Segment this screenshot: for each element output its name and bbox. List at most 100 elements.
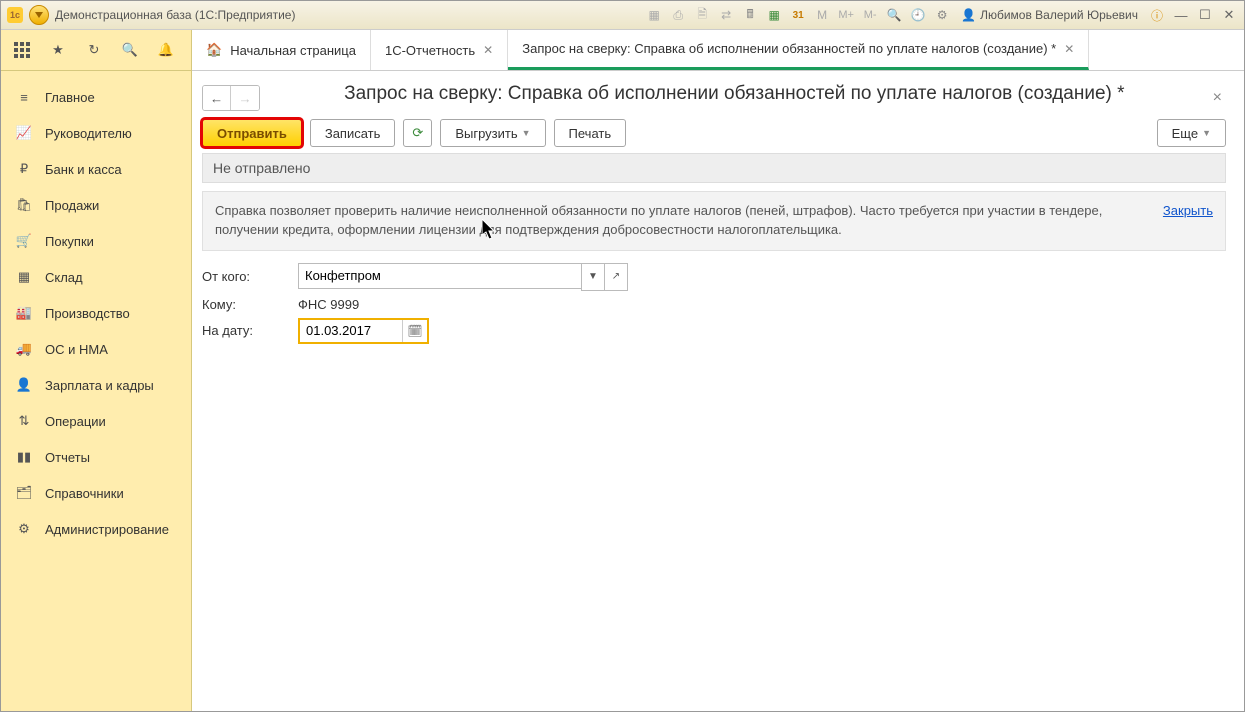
button-label: Выгрузить: [455, 126, 517, 141]
sidebar-item-label: Покупки: [45, 234, 94, 249]
from-combo[interactable]: ▼ ↗: [298, 263, 628, 291]
sidebar-item-hr[interactable]: 👤Зарплата и кадры: [1, 367, 191, 403]
to-value: ФНС 9999: [298, 297, 359, 312]
send-button[interactable]: Отправить: [202, 119, 302, 147]
back-button[interactable]: ←: [203, 86, 231, 110]
info-panel: Справка позволяет проверить наличие неис…: [202, 191, 1226, 251]
toolbar-icon[interactable]: ▦: [645, 6, 663, 24]
button-label: Записать: [325, 126, 381, 141]
from-input[interactable]: [298, 263, 581, 289]
info-text: Справка позволяет проверить наличие неис…: [215, 202, 1147, 240]
button-label: Отправить: [217, 126, 287, 141]
toolbar: Отправить Записать ⟳ Выгрузить ▼ Печать Е…: [202, 119, 1226, 147]
sidebar-item-main[interactable]: ≡ Главное: [1, 79, 191, 115]
close-window-button[interactable]: ✕: [1220, 6, 1238, 24]
to-label: Кому:: [202, 297, 298, 312]
ruble-icon: ₽: [15, 160, 33, 178]
write-button[interactable]: Записать: [310, 119, 396, 147]
app-logo-icon: 1c: [7, 7, 23, 23]
calendar-icon[interactable]: ▦: [765, 6, 783, 24]
nav-buttons: ← →: [202, 85, 260, 111]
tab-label: 1С-Отчетность: [385, 43, 475, 58]
sidebar-item-label: Справочники: [45, 486, 124, 501]
sidebar-item-sales[interactable]: 🛍Продажи: [1, 187, 191, 223]
page-close-button[interactable]: ×: [1209, 89, 1226, 107]
info-icon[interactable]: ⓘ: [1148, 6, 1166, 24]
calculator-icon[interactable]: 🖩: [741, 6, 759, 24]
search-icon[interactable]: 🔍: [119, 39, 141, 61]
home-icon: ≡: [15, 88, 33, 106]
minimize-button[interactable]: —: [1172, 6, 1190, 24]
sidebar-item-catalogs[interactable]: 🗂 Справочники: [1, 475, 191, 511]
sidebar-item-operations[interactable]: ⇅Операции: [1, 403, 191, 439]
refresh-icon: ⟳: [412, 125, 423, 141]
apps-icon[interactable]: [11, 39, 33, 61]
date-field[interactable]: 🗓: [298, 318, 429, 344]
print-icon[interactable]: ⎙: [669, 6, 687, 24]
sidebar-item-reports[interactable]: ▮▮ Отчеты: [1, 439, 191, 475]
tab-request[interactable]: Запрос на сверку: Справка об исполнении …: [508, 30, 1089, 70]
compare-icon[interactable]: ⇄: [717, 6, 735, 24]
chart-icon: 📈: [15, 124, 33, 142]
date-icon[interactable]: 31: [789, 6, 807, 24]
mem-mplus-icon[interactable]: M+: [837, 6, 855, 24]
sidebar-item-label: Главное: [45, 90, 95, 105]
folder-icon: 🗂: [15, 484, 33, 502]
history-icon[interactable]: ↻: [83, 39, 105, 61]
sidebar-item-stock[interactable]: ▦ Склад: [1, 259, 191, 295]
sidebar-item-assets[interactable]: 🚚ОС и НМА: [1, 331, 191, 367]
page-title: Запрос на сверку: Справка об исполнении …: [268, 83, 1201, 105]
sidebar-item-purchases[interactable]: 🛒 Покупки: [1, 223, 191, 259]
export-button[interactable]: Выгрузить ▼: [440, 119, 545, 147]
from-label: От кого:: [202, 269, 298, 284]
cart-icon: 🛒: [15, 232, 33, 250]
open-button[interactable]: ↗: [605, 263, 628, 291]
sidebar-item-label: Руководителю: [45, 126, 132, 141]
tab-label: Запрос на сверку: Справка об исполнении …: [522, 41, 1056, 56]
document-icon[interactable]: 🗎: [693, 6, 711, 24]
sidebar-item-label: Производство: [45, 306, 130, 321]
sidebar-item-bank[interactable]: ₽ Банк и касса: [1, 151, 191, 187]
operations-icon: ⇅: [15, 412, 33, 430]
zoom-icon[interactable]: 🔍: [885, 6, 903, 24]
date-input[interactable]: [300, 320, 402, 342]
more-button[interactable]: Еще ▼: [1157, 119, 1226, 147]
maximize-button[interactable]: ☐: [1196, 6, 1214, 24]
sidebar-item-manager[interactable]: 📈 Руководителю: [1, 115, 191, 151]
calendar-picker-icon[interactable]: 🗓: [402, 320, 427, 342]
info-close-link[interactable]: Закрыть: [1163, 202, 1213, 221]
status-bar: Не отправлено: [202, 153, 1226, 183]
mem-mminus-icon[interactable]: M-: [861, 6, 879, 24]
titlebar: 1c Демонстрационная база (1С:Предприятие…: [1, 1, 1244, 30]
mem-m-icon[interactable]: M: [813, 6, 831, 24]
tab-home[interactable]: 🏠 Начальная страница: [192, 30, 371, 70]
current-user[interactable]: 👤 Любимов Валерий Юрьевич: [957, 8, 1142, 22]
main-menu-toggle[interactable]: [29, 5, 49, 25]
bars-icon: ▮▮: [15, 448, 33, 466]
sidebar-top: ★ ↻ 🔍 🔔: [1, 30, 191, 71]
tab-label: Начальная страница: [230, 43, 356, 58]
tab-reporting[interactable]: 1С-Отчетность ✕: [371, 30, 508, 70]
sidebar-item-label: Зарплата и кадры: [45, 378, 154, 393]
boxes-icon: ▦: [15, 268, 33, 286]
button-label: Печать: [569, 126, 612, 141]
forward-button[interactable]: →: [231, 86, 259, 110]
sidebar-item-label: Склад: [45, 270, 83, 285]
settings-icon[interactable]: ⚙: [933, 6, 951, 24]
sidebar-item-label: Отчеты: [45, 450, 90, 465]
tab-close-icon[interactable]: ✕: [483, 43, 493, 57]
bag-icon: 🛍: [15, 196, 33, 214]
button-label: Еще: [1172, 126, 1198, 141]
dropdown-button[interactable]: ▼: [581, 263, 605, 291]
tab-close-icon[interactable]: ✕: [1064, 42, 1074, 56]
chevron-down-icon: ▼: [522, 128, 531, 138]
gear-icon: ⚙: [15, 520, 33, 538]
refresh-button[interactable]: ⟳: [403, 119, 432, 147]
favorites-icon[interactable]: ★: [47, 39, 69, 61]
clock-icon[interactable]: 🕘: [909, 6, 927, 24]
sidebar-item-admin[interactable]: ⚙Администрирование: [1, 511, 191, 547]
print-button[interactable]: Печать: [554, 119, 627, 147]
sidebar-item-label: Банк и касса: [45, 162, 122, 177]
sidebar-item-production[interactable]: 🏭Производство: [1, 295, 191, 331]
notifications-icon[interactable]: 🔔: [155, 39, 177, 61]
